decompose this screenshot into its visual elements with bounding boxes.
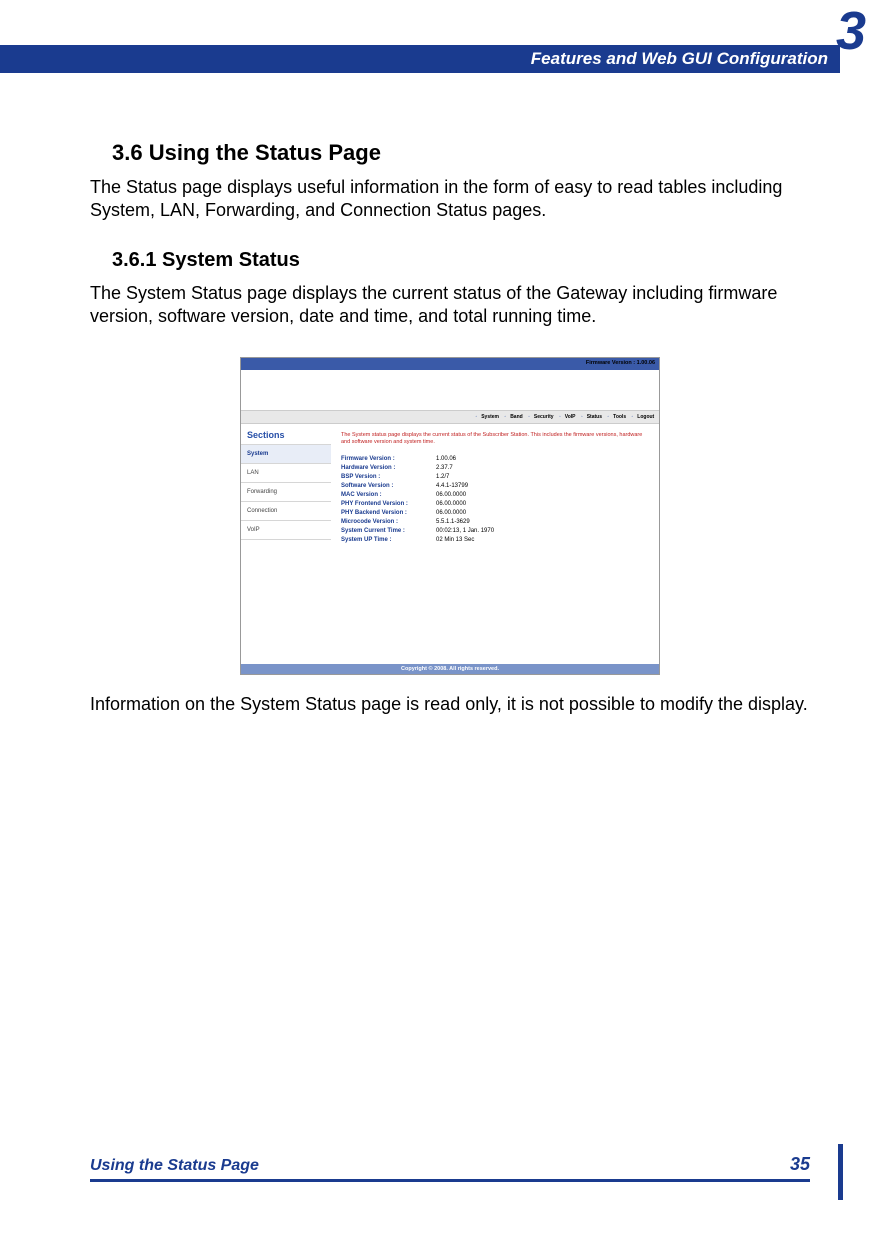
content-area: 3.6 Using the Status Page The Status pag… (90, 140, 810, 716)
ss-note: The System status page displays the curr… (341, 432, 649, 446)
kv-key: MAC Version : (341, 492, 436, 498)
kv-value: 06.00.0000 (436, 510, 466, 516)
sidebar-item-forwarding[interactable]: Forwarding (241, 482, 331, 501)
sidebar-item-lan[interactable]: LAN (241, 463, 331, 482)
section-outro: Information on the System Status page is… (90, 693, 810, 716)
right-edge-accent (838, 1144, 843, 1200)
kv-value: 00:02:13, 1 Jan. 1970 (436, 528, 494, 534)
kv-key: BSP Version : (341, 474, 436, 480)
header-title: Features and Web GUI Configuration (531, 49, 828, 69)
page-footer: Using the Status Page 35 (90, 1154, 810, 1182)
kv-key: Microcode Version : (341, 519, 436, 525)
menu-item[interactable]: Band (510, 414, 523, 420)
ss-body: Sections System LAN Forwarding Connectio… (241, 424, 659, 664)
ss-firmware-label: Firmware Version : 1.00.06 (586, 360, 655, 366)
sidebar-item-system[interactable]: System (241, 444, 331, 463)
ss-sidebar: Sections System LAN Forwarding Connectio… (241, 424, 331, 664)
kv-value: 1.00.06 (436, 456, 456, 462)
table-row: Software Version :4.4.1-13799 (341, 483, 649, 489)
chapter-number: 3 (836, 0, 866, 62)
kv-key: System UP Time : (341, 537, 436, 543)
kv-key: PHY Frontend Version : (341, 501, 436, 507)
table-row: System Current Time :00:02:13, 1 Jan. 19… (341, 528, 649, 534)
ss-topbar: Firmware Version : 1.00.06 (241, 358, 659, 370)
kv-key: PHY Backend Version : (341, 510, 436, 516)
kv-key: Firmware Version : (341, 456, 436, 462)
kv-value: 2.37.7 (436, 465, 453, 471)
table-row: Hardware Version :2.37.7 (341, 465, 649, 471)
table-row: MAC Version :06.00.0000 (341, 492, 649, 498)
kv-key: Hardware Version : (341, 465, 436, 471)
ss-sections-title: Sections (241, 424, 331, 444)
section-intro: The Status page displays useful informat… (90, 176, 810, 221)
menu-item[interactable]: VoIP (565, 414, 576, 420)
section-heading: 3.6 Using the Status Page (112, 140, 810, 166)
menu-item[interactable]: Tools (613, 414, 626, 420)
sidebar-item-connection[interactable]: Connection (241, 501, 331, 520)
embedded-screenshot: Firmware Version : 1.00.06 ◦System ◦Band… (240, 357, 660, 675)
header-bar: Features and Web GUI Configuration (0, 45, 840, 73)
kv-value: 02 Min 13 Sec (436, 537, 474, 543)
ss-menubar: ◦System ◦Band ◦Security ◦VoIP ◦Status ◦T… (241, 410, 659, 424)
kv-value: 5.5.1.1-3629 (436, 519, 470, 525)
ss-copyright: Copyright © 2008. All rights reserved. (241, 664, 659, 674)
table-row: BSP Version :1.2/7 (341, 474, 649, 480)
subsection-intro: The System Status page displays the curr… (90, 282, 810, 327)
footer-page-number: 35 (790, 1154, 810, 1175)
ss-main: The System status page displays the curr… (331, 424, 659, 664)
kv-value: 4.4.1-13799 (436, 483, 468, 489)
kv-value: 1.2/7 (436, 474, 449, 480)
menu-item[interactable]: Logout (637, 414, 654, 420)
sidebar-item-voip[interactable]: VoIP (241, 520, 331, 540)
kv-key: System Current Time : (341, 528, 436, 534)
kv-value: 06.00.0000 (436, 501, 466, 507)
menu-item[interactable]: Status (587, 414, 602, 420)
kv-key: Software Version : (341, 483, 436, 489)
table-row: PHY Frontend Version :06.00.0000 (341, 501, 649, 507)
footer-title: Using the Status Page (90, 1157, 259, 1175)
subsection-heading: 3.6.1 System Status (112, 249, 810, 272)
table-row: PHY Backend Version :06.00.0000 (341, 510, 649, 516)
menu-item[interactable]: System (481, 414, 499, 420)
table-row: System UP Time :02 Min 13 Sec (341, 537, 649, 543)
ss-logo-area (241, 370, 659, 410)
table-row: Firmware Version :1.00.06 (341, 456, 649, 462)
kv-value: 06.00.0000 (436, 492, 466, 498)
menu-item[interactable]: Security (534, 414, 554, 420)
table-row: Microcode Version :5.5.1.1-3629 (341, 519, 649, 525)
